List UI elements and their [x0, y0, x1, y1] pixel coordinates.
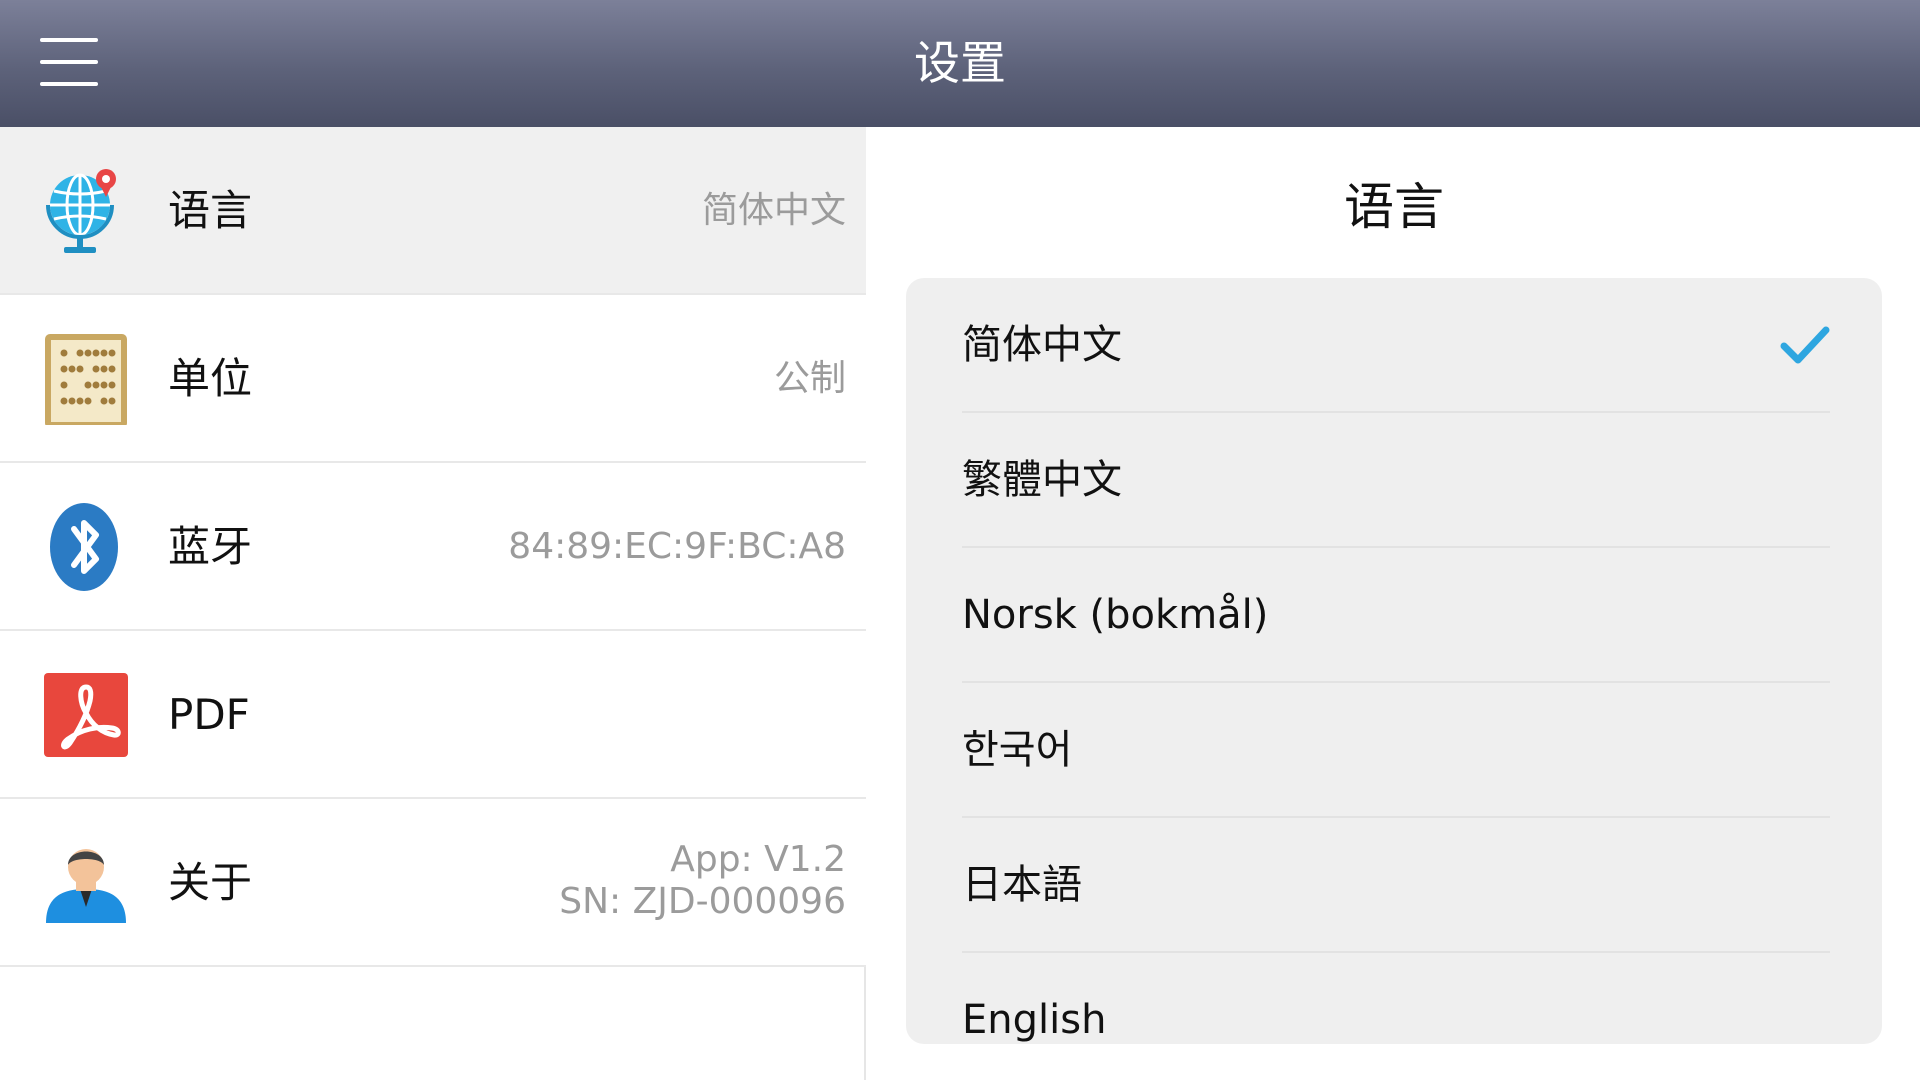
bluetooth-icon — [50, 503, 118, 591]
checkmark-icon — [1780, 326, 1830, 364]
app-version: App: V1.2 — [670, 839, 846, 880]
settings-item-label: 关于 — [168, 858, 253, 907]
language-option-label: Norsk (bokmål) — [962, 592, 1269, 638]
language-option-norsk[interactable]: Norsk (bokmål) — [962, 548, 1830, 683]
language-option-korean[interactable]: 한국어 — [962, 683, 1830, 818]
settings-item-label: 单位 — [168, 354, 253, 403]
language-panel: 语言 简体中文 繁體中文 Norsk (bokmål) 한국어 日本語 Engl… — [868, 127, 1920, 1080]
page-title: 设置 — [914, 36, 1006, 90]
language-option-label: 한국어 — [962, 727, 1073, 773]
settings-item-pdf[interactable]: PDF — [0, 631, 866, 799]
settings-list: 语言 简体中文 单位 公制 蓝牙 84:89:EC:9F:BC:A8 PDF 关… — [0, 127, 866, 1080]
globe-icon — [46, 169, 116, 253]
language-option-label: 日本語 — [962, 862, 1082, 908]
settings-item-value: 简体中文 — [701, 190, 846, 231]
language-option-label: 简体中文 — [962, 322, 1122, 368]
language-option-japanese[interactable]: 日本語 — [962, 818, 1830, 953]
settings-item-bluetooth[interactable]: 蓝牙 84:89:EC:9F:BC:A8 — [0, 463, 866, 631]
settings-item-label: PDF — [168, 690, 250, 739]
settings-item-value: 公制 — [773, 358, 846, 399]
language-option-zh-hant[interactable]: 繁體中文 — [962, 413, 1830, 548]
language-options-list: 简体中文 繁體中文 Norsk (bokmål) 한국어 日本語 English — [906, 278, 1882, 1044]
pdf-icon — [44, 673, 128, 757]
settings-item-label: 语言 — [168, 186, 253, 235]
abacus-icon — [45, 334, 127, 425]
settings-item-value: 84:89:EC:9F:BC:A8 — [508, 526, 846, 567]
settings-screen: 设置 语言 简体中文 单位 公制 蓝牙 84:89:EC:9F:BC:A8 PD… — [0, 0, 1920, 1080]
language-option-zh-hans[interactable]: 简体中文 — [962, 278, 1830, 413]
panel-title: 语言 — [1344, 178, 1444, 236]
header-bar: 设置 — [0, 0, 1920, 127]
language-option-label: 繁體中文 — [962, 457, 1122, 503]
serial-number: SN: ZJD-000096 — [559, 881, 846, 922]
settings-item-units[interactable]: 单位 公制 — [0, 295, 866, 463]
settings-item-language[interactable]: 语言 简体中文 — [0, 127, 866, 295]
language-option-label: English — [962, 997, 1107, 1043]
settings-item-label: 蓝牙 — [168, 522, 253, 571]
language-option-english[interactable]: English — [962, 953, 1830, 1044]
settings-item-about[interactable]: 关于 App: V1.2 SN: ZJD-000096 — [0, 799, 866, 967]
settings-item-value: App: V1.2 SN: ZJD-000096 — [559, 839, 846, 923]
user-icon — [46, 849, 126, 923]
